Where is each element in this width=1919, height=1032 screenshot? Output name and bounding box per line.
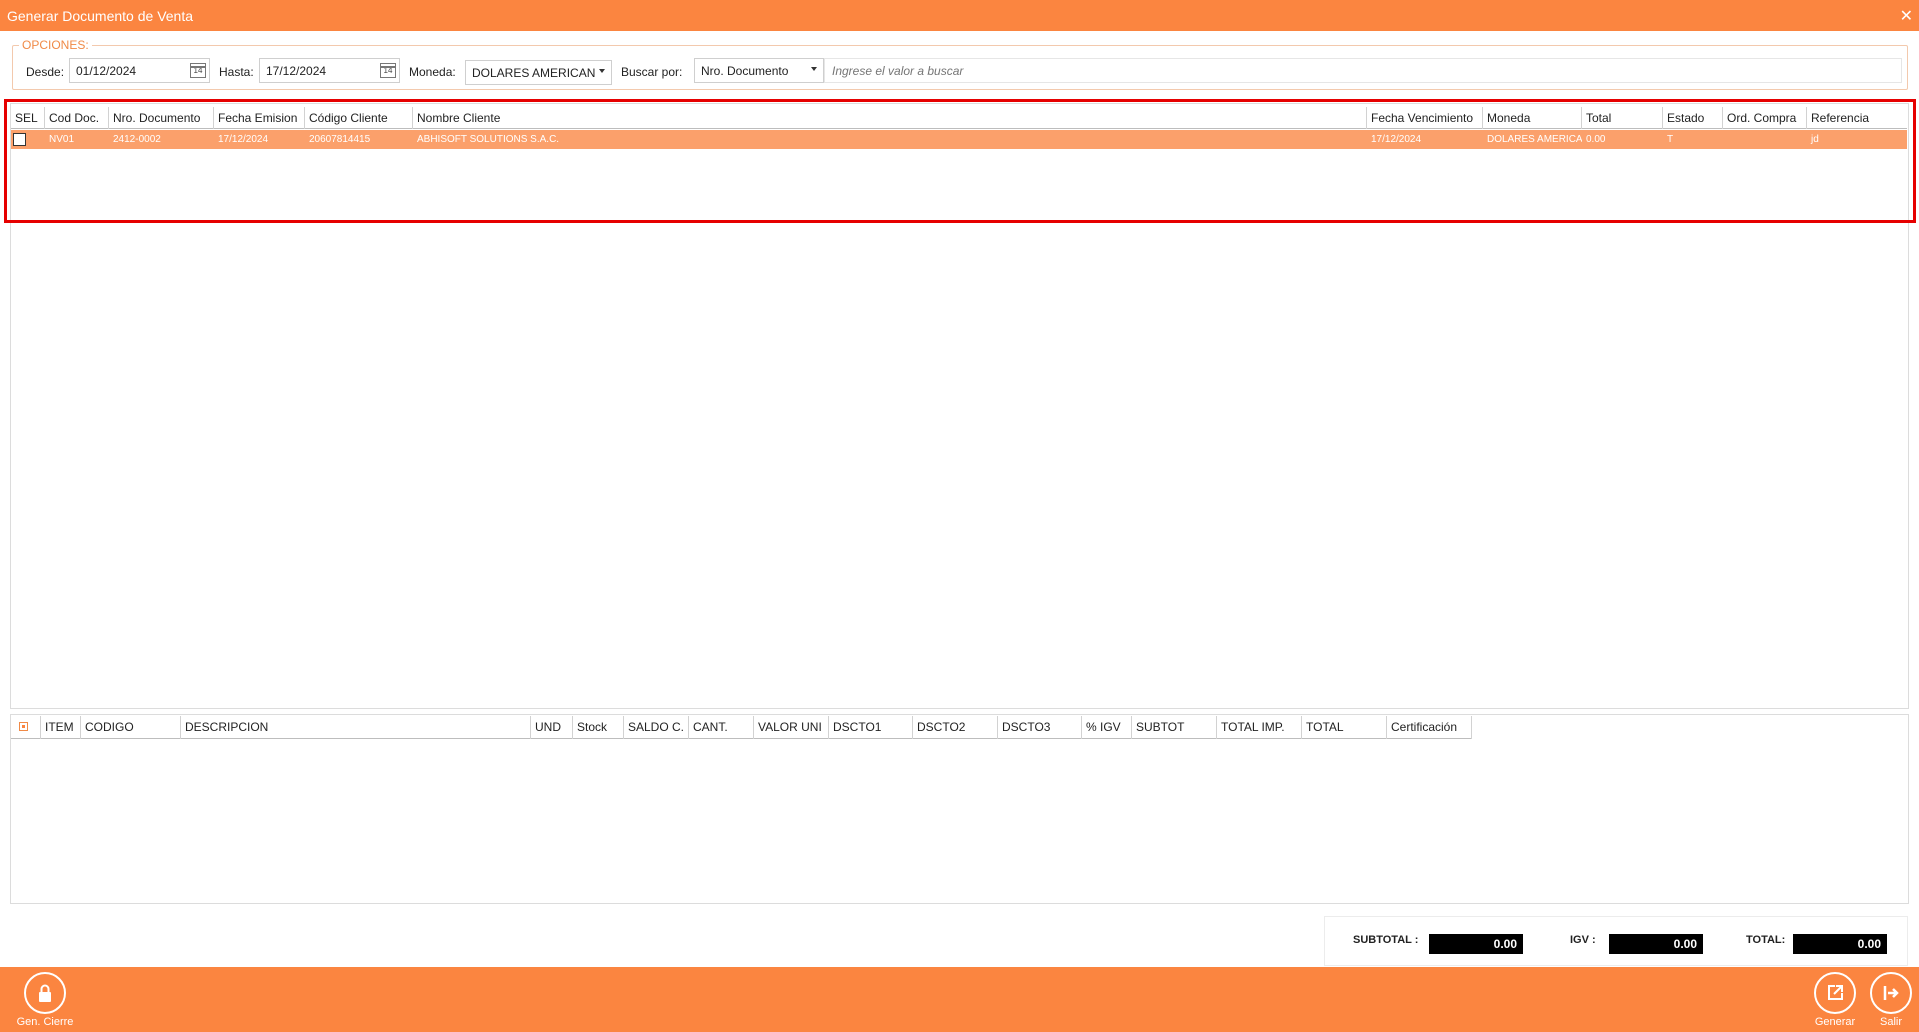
hasta-date-field[interactable]: 17/12/2024 14: [259, 58, 400, 83]
details-grid: [10, 714, 1909, 904]
calendar-icon[interactable]: 14: [380, 63, 396, 78]
column-header[interactable]: Ord. Compra: [1723, 107, 1807, 129]
column-header[interactable]: CANT.: [689, 716, 754, 739]
column-header[interactable]: Referencia: [1807, 107, 1907, 129]
close-icon[interactable]: ✕: [1900, 6, 1913, 26]
search-input[interactable]: [824, 58, 1902, 83]
column-header[interactable]: Estado: [1663, 107, 1723, 129]
row-checkbox[interactable]: [13, 133, 26, 146]
column-header[interactable]: Total: [1582, 107, 1663, 129]
subtotal-label: SUBTOTAL :: [1353, 934, 1419, 946]
desde-date-value: 01/12/2024: [76, 63, 137, 78]
column-header[interactable]: DSCTO2: [913, 716, 998, 739]
total-value: 0.00: [1793, 934, 1887, 954]
buscar-select[interactable]: Nro. Documento: [694, 58, 824, 83]
column-header[interactable]: ITEM: [41, 716, 81, 739]
table-cell: jd: [1811, 134, 1819, 145]
subtotal-value: 0.00: [1429, 934, 1523, 954]
table-cell: ABHISOFT SOLUTIONS S.A.C.: [417, 134, 560, 145]
exit-icon: [1870, 972, 1912, 1014]
external-link-icon: [1814, 972, 1856, 1014]
column-header[interactable]: Fecha Vencimiento: [1367, 107, 1483, 129]
column-header[interactable]: SUBTOT: [1132, 716, 1217, 739]
column-header[interactable]: Cod Doc.: [45, 107, 109, 129]
desde-label: Desde:: [26, 65, 65, 79]
column-header[interactable]: DSCTO1: [829, 716, 913, 739]
window-title: Generar Documento de Venta: [7, 7, 194, 24]
totals-panel: SUBTOTAL : 0.00 IGV : 0.00 TOTAL: 0.00: [1324, 916, 1908, 966]
column-header[interactable]: Stock: [573, 716, 624, 739]
column-header[interactable]: % IGV: [1082, 716, 1132, 739]
buscar-select-value: Nro. Documento: [701, 63, 789, 78]
column-header[interactable]: UND: [531, 716, 573, 739]
chevron-down-icon: [811, 67, 817, 71]
options-group: OPCIONES: Desde: 01/12/2024 14 Hasta: 17…: [12, 38, 1908, 90]
title-bar: Generar Documento de Venta ✕: [0, 0, 1919, 31]
column-header[interactable]: DESCRIPCION: [181, 716, 531, 739]
column-header[interactable]: Código Cliente: [305, 107, 413, 129]
chevron-down-icon: [599, 69, 605, 73]
column-header[interactable]: CODIGO: [81, 716, 181, 739]
table-cell: DOLARES AMERICA: [1487, 134, 1582, 145]
documents-grid-header: SEL Cod Doc. Nro. Documento Fecha Emisio…: [11, 107, 1907, 129]
salir-label: Salir: [1879, 1016, 1902, 1028]
select-all-icon[interactable]: [19, 722, 28, 731]
select-all-cell[interactable]: [11, 716, 41, 739]
column-header[interactable]: SALDO C.: [624, 716, 689, 739]
table-cell: T: [1667, 134, 1674, 145]
gen-cierre-button[interactable]: Gen. Cierre: [8, 972, 82, 1028]
generar-label: Generar: [1814, 1016, 1856, 1028]
gen-cierre-label: Gen. Cierre: [16, 1016, 74, 1028]
column-header[interactable]: Fecha Emision: [214, 107, 305, 129]
column-header[interactable]: VALOR UNI: [754, 716, 829, 739]
table-row[interactable]: NV01 2412-0002 17/12/2024 20607814415 AB…: [11, 130, 1907, 149]
sel-cell[interactable]: [11, 130, 45, 149]
column-header[interactable]: TOTAL: [1302, 716, 1387, 739]
table-cell: 0.00: [1586, 134, 1606, 145]
moneda-select[interactable]: DOLARES AMERICAN: [465, 60, 612, 85]
hasta-label: Hasta:: [219, 65, 254, 79]
column-header[interactable]: Moneda: [1483, 107, 1582, 129]
igv-value: 0.00: [1609, 934, 1703, 954]
desde-date-field[interactable]: 01/12/2024 14: [69, 58, 210, 83]
table-cell: 2412-0002: [113, 134, 161, 145]
calendar-icon[interactable]: 14: [190, 63, 206, 78]
options-legend: OPCIONES:: [19, 38, 92, 52]
table-cell: NV01: [49, 134, 75, 145]
column-header[interactable]: DSCTO3: [998, 716, 1082, 739]
details-grid-header: ITEM CODIGO DESCRIPCION UND Stock SALDO …: [11, 716, 1472, 739]
column-header[interactable]: Nro. Documento: [109, 107, 214, 129]
generar-button[interactable]: Generar: [1802, 972, 1868, 1028]
moneda-label: Moneda:: [409, 65, 456, 79]
column-header[interactable]: TOTAL IMP.: [1217, 716, 1302, 739]
salir-button[interactable]: Salir: [1866, 972, 1916, 1028]
column-header[interactable]: Certificación: [1387, 716, 1472, 739]
igv-label: IGV :: [1570, 934, 1596, 946]
column-header[interactable]: Nombre Cliente: [413, 107, 1367, 129]
documents-grid: [10, 103, 1909, 709]
lock-icon: [24, 972, 66, 1014]
table-cell: 17/12/2024: [218, 134, 269, 145]
column-header[interactable]: SEL: [11, 107, 45, 129]
table-cell: 17/12/2024: [1371, 134, 1422, 145]
hasta-date-value: 17/12/2024: [266, 63, 327, 78]
table-cell: 20607814415: [309, 134, 371, 145]
table-cell: [1723, 130, 1807, 149]
bottom-toolbar: Gen. Cierre Generar Salir: [0, 967, 1919, 1032]
buscar-label: Buscar por:: [621, 65, 683, 79]
moneda-select-value: DOLARES AMERICAN: [472, 65, 596, 80]
total-label: TOTAL:: [1746, 934, 1786, 946]
